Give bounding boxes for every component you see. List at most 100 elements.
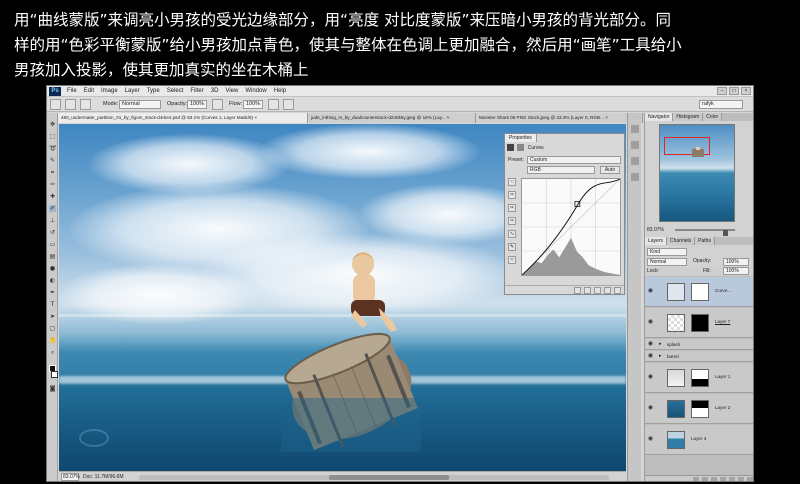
marquee-tool-icon[interactable]: ⬚ xyxy=(49,133,56,140)
on-image-adjust-icon[interactable]: ☜ xyxy=(508,178,516,186)
menu-select[interactable]: Select xyxy=(167,86,184,97)
smooth-curve-icon[interactable]: ≈ xyxy=(508,256,516,264)
type-tool-icon[interactable]: T xyxy=(49,301,56,308)
path-select-tool-icon[interactable]: ➤ xyxy=(49,313,56,320)
layer-style-icon[interactable] xyxy=(702,477,708,481)
menu-edit[interactable]: Edit xyxy=(84,86,94,97)
background-color-swatch[interactable] xyxy=(51,371,58,378)
history-brush-tool-icon[interactable]: ↺ xyxy=(49,229,56,236)
add-mask-icon[interactable] xyxy=(711,477,717,481)
view-previous-icon[interactable] xyxy=(584,287,591,294)
lasso-tool-icon[interactable]: ➰ xyxy=(49,145,56,152)
brush-panel-icon[interactable] xyxy=(80,99,91,110)
zoom-field[interactable]: 83.07% xyxy=(61,473,80,481)
brush-size-icon[interactable] xyxy=(65,99,76,110)
navigator-zoom-slider[interactable] xyxy=(675,229,735,236)
healing-tool-icon[interactable]: ✚ xyxy=(49,193,56,200)
hand-tool-icon[interactable]: ✋ xyxy=(49,337,56,344)
gradient-tool-icon[interactable]: ▤ xyxy=(49,253,56,260)
blur-tool-icon[interactable]: ● xyxy=(49,265,56,272)
black-point-eyedropper-icon[interactable]: ✑ xyxy=(508,191,516,199)
mode-select[interactable]: Normal xyxy=(119,100,161,109)
brush-panel-icon[interactable] xyxy=(631,157,639,165)
scrollbar-thumb[interactable] xyxy=(329,475,449,480)
menu-window[interactable]: Window xyxy=(245,86,266,97)
preset-select[interactable]: Custom xyxy=(527,156,621,164)
layer-mask-thumbnail[interactable] xyxy=(691,283,709,301)
pressure-opacity-icon[interactable] xyxy=(212,99,223,110)
visibility-eye-icon[interactable] xyxy=(604,287,611,294)
menu-help[interactable]: Help xyxy=(274,86,286,97)
visibility-eye-icon[interactable]: ◉ xyxy=(647,374,654,381)
shape-tool-icon[interactable]: ▢ xyxy=(49,325,56,332)
trash-icon[interactable] xyxy=(747,477,753,481)
tab-paths[interactable]: Paths xyxy=(695,237,715,245)
move-tool-icon[interactable]: ✥ xyxy=(49,121,56,128)
minimize-button[interactable]: – xyxy=(717,87,727,95)
layer-group-barrel[interactable]: ◉ ▸ barrel xyxy=(645,351,753,362)
airbrush-icon[interactable] xyxy=(268,99,279,110)
properties-panel-icon[interactable] xyxy=(631,141,639,149)
new-layer-icon[interactable] xyxy=(738,477,744,481)
new-group-icon[interactable] xyxy=(729,477,735,481)
trash-icon[interactable] xyxy=(614,287,621,294)
tab-channels[interactable]: Channels xyxy=(667,237,696,245)
tab-color[interactable]: Color xyxy=(703,113,723,121)
layer-mask-thumbnail[interactable] xyxy=(691,314,709,332)
properties-tab[interactable]: Properties xyxy=(505,134,537,142)
white-point-eyedropper-icon[interactable]: ✑ xyxy=(508,217,516,225)
layer-mask-thumbnail[interactable] xyxy=(691,369,709,387)
maximize-button[interactable]: □ xyxy=(729,87,739,95)
kind-filter-select[interactable]: Kind xyxy=(647,248,687,256)
eraser-tool-icon[interactable]: ▭ xyxy=(49,241,56,248)
menu-image[interactable]: Image xyxy=(101,86,118,97)
workspace-select[interactable]: rafyk xyxy=(699,100,743,109)
layer-group-splash[interactable]: ◉ ▸ splash xyxy=(645,339,753,350)
opacity-field[interactable]: 100% xyxy=(187,100,207,109)
menu-view[interactable]: View xyxy=(225,86,238,97)
layer-row-layer2[interactable]: ◉ Layer 2 xyxy=(645,394,753,424)
close-button[interactable]: × xyxy=(741,87,751,95)
layer-row-layer3[interactable]: ◉ Layer 3 xyxy=(645,425,753,455)
menu-file[interactable]: File xyxy=(67,86,77,97)
layer-mask-icon[interactable] xyxy=(517,144,525,152)
reset-icon[interactable] xyxy=(594,287,601,294)
horizontal-scrollbar[interactable] xyxy=(139,475,609,480)
menu-filter[interactable]: Filter xyxy=(190,86,203,97)
auto-button[interactable]: Auto xyxy=(600,166,620,174)
tab-layers[interactable]: Layers xyxy=(645,237,668,245)
tab-document-1[interactable]: 480_undermater_partition_01_by_figom_sto… xyxy=(58,113,308,123)
crop-tool-icon[interactable]: ⌗ xyxy=(49,169,56,176)
brush-preset-icon[interactable] xyxy=(50,99,61,110)
link-layers-icon[interactable] xyxy=(693,477,699,481)
navigator-preview[interactable] xyxy=(659,124,735,222)
layer-row-layer7[interactable]: ◉ Layer 7 xyxy=(645,308,753,338)
menu-type[interactable]: Type xyxy=(147,86,160,97)
navigator-zoom-knob[interactable] xyxy=(723,230,728,236)
pencil-draw-icon[interactable]: ✎ xyxy=(508,243,516,251)
adjustment-layer-icon[interactable] xyxy=(720,477,726,481)
visibility-eye-icon[interactable]: ◉ xyxy=(647,353,654,360)
tab-histogram[interactable]: Histogram xyxy=(673,113,704,121)
channel-select[interactable]: RGB xyxy=(527,166,595,174)
layer-mask-thumbnail[interactable] xyxy=(691,400,709,418)
zoom-tool-icon[interactable]: ⌕ xyxy=(49,349,56,356)
blend-mode-select[interactable]: Normal xyxy=(647,258,687,266)
visibility-eye-icon[interactable]: ◉ xyxy=(647,319,654,326)
visibility-eye-icon[interactable]: ◉ xyxy=(647,436,654,443)
dodge-tool-icon[interactable]: ◐ xyxy=(49,277,56,284)
visibility-eye-icon[interactable]: ◉ xyxy=(647,288,654,295)
quick-mask-icon[interactable]: ◙ xyxy=(49,385,56,392)
clone-stamp-tool-icon[interactable]: ⊥ xyxy=(49,217,56,224)
eyedropper-tool-icon[interactable]: ✑ xyxy=(49,181,56,188)
menu-layer[interactable]: Layer xyxy=(125,86,140,97)
curves-graph[interactable] xyxy=(521,178,621,276)
quick-select-tool-icon[interactable]: ✎ xyxy=(49,157,56,164)
character-panel-icon[interactable] xyxy=(631,173,639,181)
tab-document-3[interactable]: Monster Shark 08 PNG Stock.jpeg @ 33.3% … xyxy=(476,113,643,123)
gray-point-eyedropper-icon[interactable]: ✑ xyxy=(508,204,516,212)
tab-document-2[interactable]: jude_inthing_m_by_dualcounterstock-d240k… xyxy=(308,113,476,123)
history-panel-icon[interactable] xyxy=(631,125,639,133)
fill-field[interactable]: 100% xyxy=(723,267,749,275)
clip-to-layer-icon[interactable] xyxy=(574,287,581,294)
